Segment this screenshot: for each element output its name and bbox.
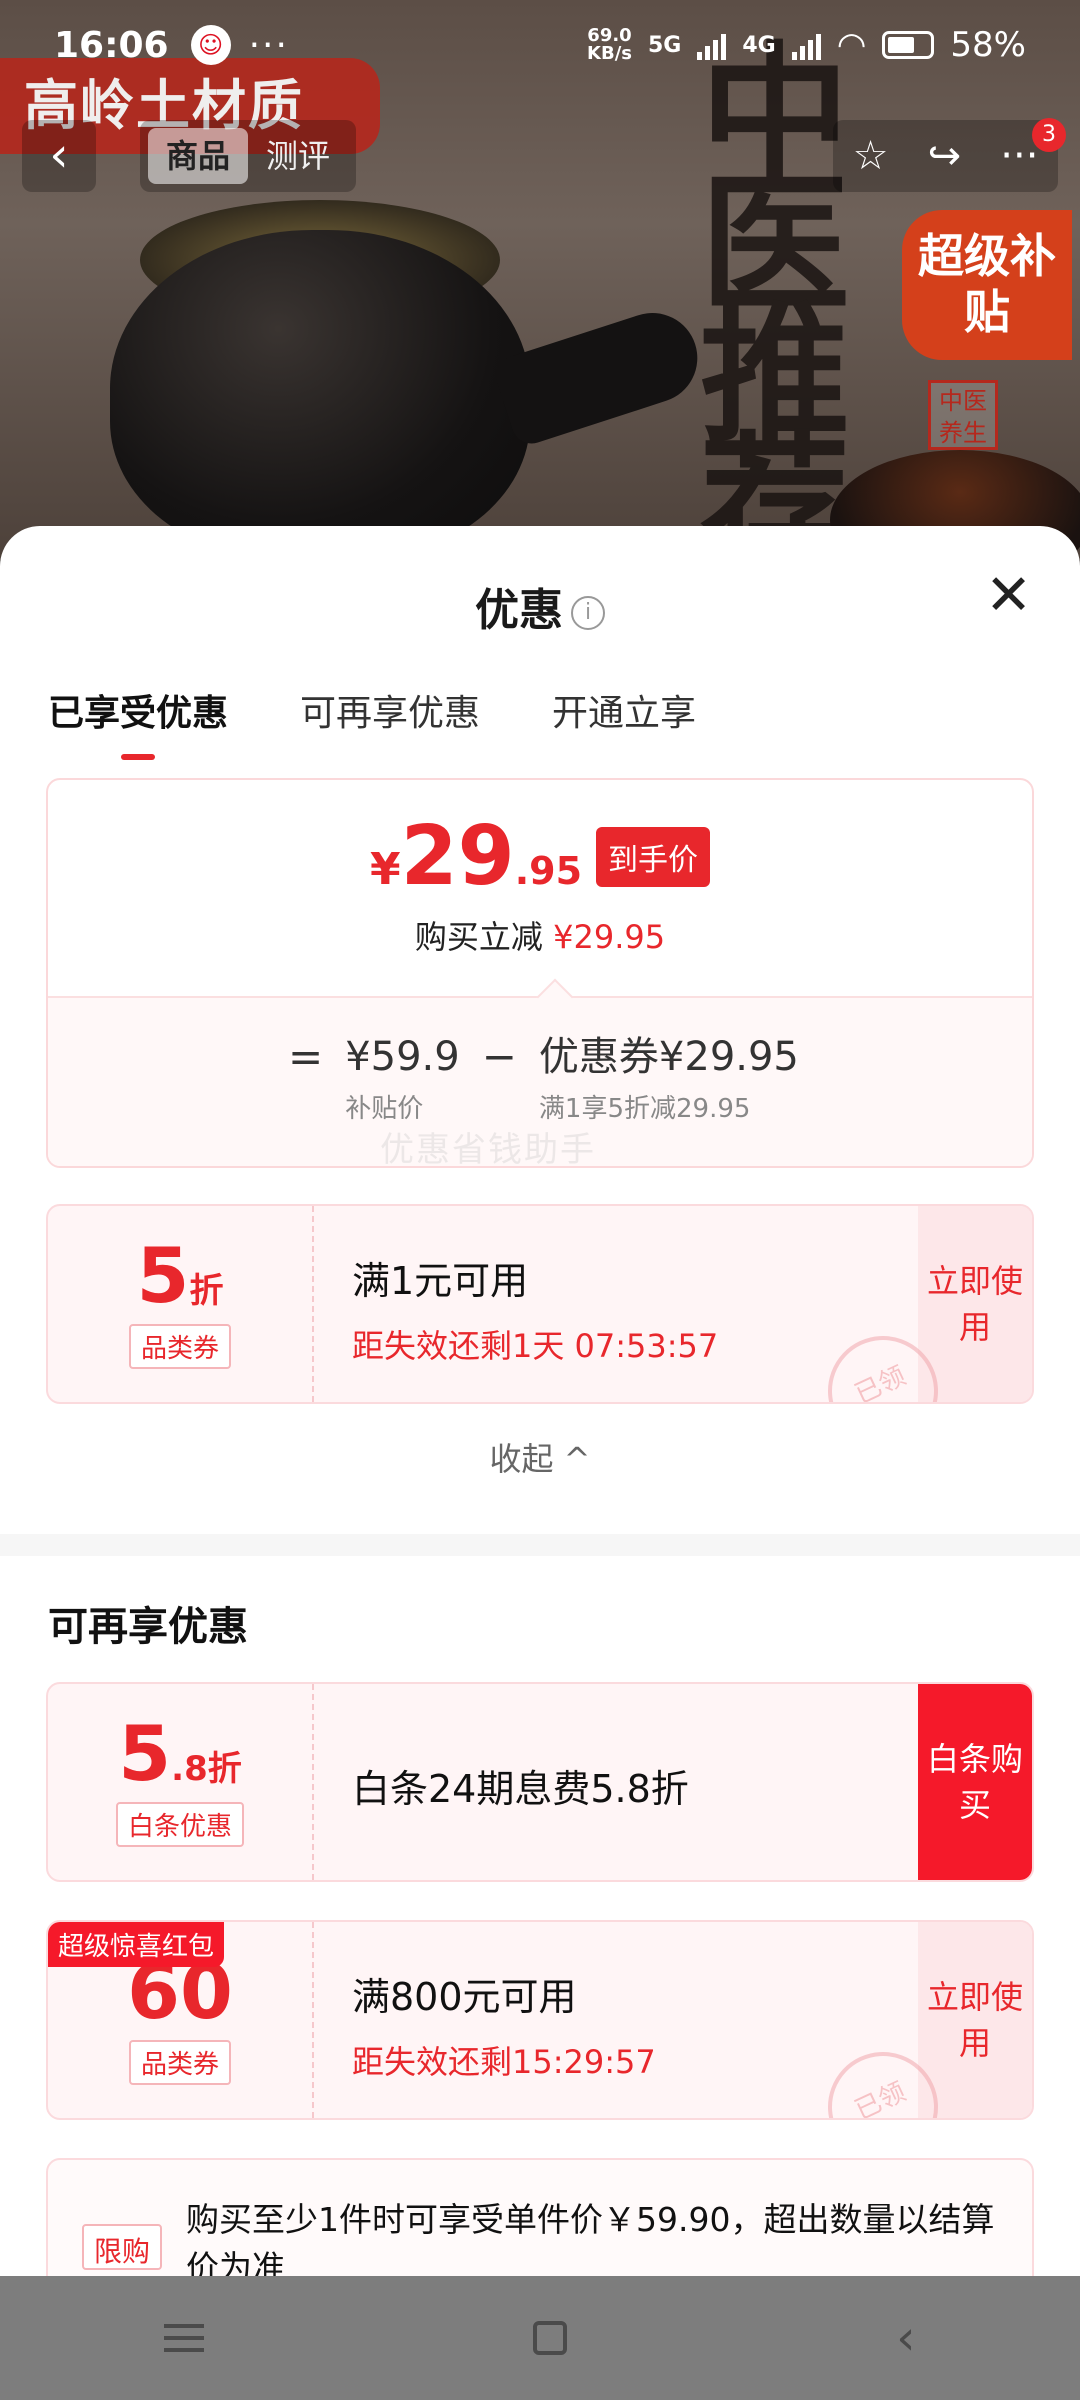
limit-tag: 限购 (82, 2224, 163, 2270)
coupon-details: 满800元可用 距失效还剩15:29:57 (314, 1922, 918, 2118)
section-divider (0, 1534, 1080, 1556)
favorite-icon[interactable]: ☆ (853, 133, 889, 179)
more-notifications-icon: ··· (248, 24, 289, 66)
coupon-value: 5 折 品类券 (48, 1206, 314, 1402)
back-icon[interactable]: ‹ (896, 2310, 915, 2366)
signal-bars-icon (697, 30, 727, 60)
top-right-actions: ☆ ↪ ··· (833, 120, 1058, 192)
section-title-more-discounts: 可再享优惠 (48, 1604, 248, 1650)
share-icon[interactable]: ↪ (928, 133, 962, 179)
equals-sign: = (288, 1032, 324, 1081)
limit-text: 购买至少1件时可享受单件价￥59.90，超出数量以结算价为准 (186, 2200, 995, 2276)
coupon-details: 白条24期息费5.8折 (352, 1767, 689, 1811)
status-time: 16:06 (54, 24, 169, 66)
surprise-red-packet-ribbon: 超级惊喜红包 (48, 1922, 225, 1967)
clay-pot (110, 230, 530, 560)
notification-app-icon: ☺ (190, 25, 231, 65)
baitiao-buy-button[interactable]: 白条购买 (918, 1684, 1032, 1880)
back-button[interactable]: ‹ (22, 120, 96, 192)
coupon-details: 满1元可用 距失效还剩1天 07:53:57 (314, 1206, 918, 1402)
final-price-tag: 到手价 (596, 827, 711, 887)
info-icon[interactable]: i (571, 596, 605, 630)
coupon-type-badge: 白条优惠 (115, 1802, 244, 1847)
home-icon[interactable] (533, 2321, 568, 2355)
final-price: ¥ 29 .95 到手价 (48, 816, 1032, 898)
small-seal: 中医养生 (928, 380, 998, 450)
coupon-card-baitiao: 5 .8折 白条优惠 白条24期息费5.8折 白条购买 (46, 1682, 1034, 1882)
tab-activate[interactable]: 开通立享 (552, 684, 696, 754)
pot-handle (490, 301, 710, 449)
sheet-title: 优惠 i (0, 574, 1080, 638)
message-badge: 3 (1032, 118, 1066, 152)
tab-enjoyed[interactable]: 已享受优惠 (48, 684, 228, 760)
close-button[interactable]: ✕ (985, 568, 1032, 624)
instant-discount: 购买立减 ¥29.95 (414, 918, 666, 956)
calligraphy-text: 中医推荐 (700, 27, 851, 560)
final-price-card: ¥ 29 .95 到手价 购买立减 ¥29.95 = ¥59.9 补贴价 − 优… (46, 778, 1034, 1168)
discount-tabs: 已享受优惠 可再享优惠 开通立享 (48, 684, 696, 760)
coupon-card-red-packet: 超级惊喜红包 60 品类券 满800元可用 距失效还剩15:29:57 立即使用… (46, 1920, 1034, 2120)
coupon-countdown: 距失效还剩1天 07:53:57 (352, 1327, 719, 1365)
battery-percent: 58% (950, 25, 1026, 65)
signal-5g-label: 5G (648, 32, 682, 58)
subsidy-seal: 超级补贴 (902, 210, 1072, 360)
discount-sheet: 优惠 i ✕ 已享受优惠 可再享优惠 开通立享 ¥ 29 .95 到手价 购买立减… (0, 526, 1080, 2276)
system-nav-bar: ‹ (0, 2276, 1080, 2400)
signal-4g-label: 4G (742, 32, 776, 58)
menu-icon[interactable] (164, 2324, 205, 2352)
battery-icon (882, 31, 935, 59)
status-bar: 16:06 ☺ ··· 69.0 KB/s 5G 4G ◠ 58% (0, 0, 1080, 90)
coupon-card-discount: 5 折 品类券 满1元可用 距失效还剩1天 07:53:57 立即使用 已领 (46, 1204, 1034, 1404)
coupon-type-badge: 品类券 (128, 1324, 231, 1369)
tab-more-discounts[interactable]: 可再享优惠 (300, 684, 480, 754)
tab-product[interactable]: 商品 (148, 128, 249, 184)
signal-bars-icon (791, 30, 821, 60)
tab-review[interactable]: 测评 (248, 128, 348, 184)
watermark: 优惠省钱助手 (380, 1130, 596, 1170)
status-icons: 69.0 KB/s 5G 4G ◠ 58% (587, 25, 1026, 65)
collapse-button[interactable]: 收起 ^ (0, 1434, 1080, 1480)
purchase-limit-card: 限购 购买至少1件时可享受单件价￥59.90，超出数量以结算价为准 (46, 2158, 1034, 2276)
coupon-countdown: 距失效还剩15:29:57 (352, 2043, 656, 2081)
product-segment-tabs: 商品 测评 (140, 120, 357, 192)
net-speed: 69.0 KB/s (587, 25, 632, 64)
price-summary: ¥ 29 .95 到手价 购买立减 ¥29.95 (48, 780, 1032, 996)
coupon-value: 5 .8折 白条优惠 (48, 1684, 314, 1880)
wifi-icon: ◠ (836, 25, 867, 65)
coupon-type-badge: 品类券 (128, 2040, 231, 2085)
